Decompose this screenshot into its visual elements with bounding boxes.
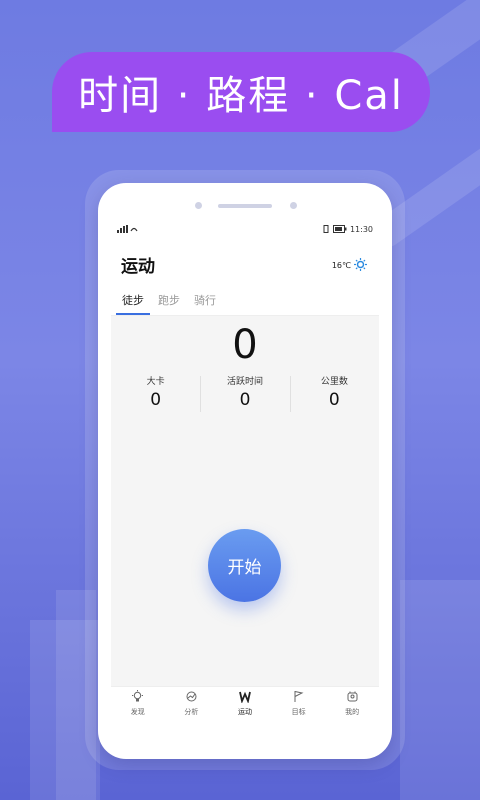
nav-item-discover[interactable]: 发现: [111, 687, 165, 719]
tab-running[interactable]: 跑步: [152, 292, 186, 315]
temperature-text: 16℃: [331, 261, 351, 270]
nav-item-goal[interactable]: 目标: [272, 687, 326, 719]
stat-active-time: 活跃时间 0: [200, 374, 289, 412]
nav-label: 目标: [291, 707, 306, 716]
nav-label: 运动: [237, 707, 252, 716]
main-counter: 0: [232, 322, 258, 368]
phone-frame: 11:30 运动 16℃ 徒步 跑步 骑行 0 大卡 0 活跃时间 0 公里数 …: [98, 183, 392, 759]
phone-camera: [290, 202, 297, 209]
profile-icon: [346, 690, 359, 706]
nav-label: 发现: [130, 707, 145, 716]
stats-row: 大卡 0 活跃时间 0 公里数 0: [111, 374, 379, 412]
headline-text: 时间 · 路程 · Cal: [78, 73, 404, 119]
battery-icon: [332, 224, 347, 235]
bottom-nav: 发现 分析 运动 目标 我的: [111, 686, 379, 719]
vibrate-icon: [322, 224, 330, 235]
bulb-icon: [131, 689, 144, 706]
stat-value: 0: [150, 390, 162, 410]
tab-cycling[interactable]: 骑行: [188, 292, 222, 315]
sun-icon: [354, 258, 367, 273]
signal-icon: [117, 224, 139, 235]
stat-kilometers: 公里数 0: [289, 374, 379, 412]
analysis-icon: [185, 690, 198, 706]
stat-label: 大卡: [146, 377, 165, 387]
background-building: [400, 580, 480, 800]
app-screen: 11:30 运动 16℃ 徒步 跑步 骑行 0 大卡 0 活跃时间 0 公里数 …: [111, 221, 379, 719]
nav-item-profile[interactable]: 我的: [325, 687, 379, 719]
nav-label: 分析: [184, 707, 199, 716]
nav-item-analysis[interactable]: 分析: [165, 687, 219, 719]
activity-tabs: 徒步 跑步 骑行: [111, 284, 379, 316]
start-button[interactable]: 开始: [208, 529, 281, 602]
stat-calories: 大卡 0: [111, 374, 200, 410]
page-title: 运动: [121, 257, 155, 277]
stat-value: 0: [328, 390, 340, 410]
run-icon: [238, 690, 252, 706]
app-header: 运动 16℃: [111, 238, 379, 284]
stat-label: 公里数: [320, 377, 348, 387]
nav-item-sport[interactable]: 运动: [218, 687, 272, 719]
status-time: 11:30: [349, 225, 373, 234]
stat-label: 活跃时间: [226, 377, 263, 387]
nav-label: 我的: [345, 707, 360, 716]
phone-speaker: [218, 204, 272, 208]
status-bar: 11:30: [111, 221, 379, 238]
weather-widget[interactable]: 16℃: [332, 258, 367, 273]
tab-walking[interactable]: 徒步: [116, 292, 150, 315]
flag-icon: [292, 690, 305, 706]
stat-value: 0: [239, 390, 251, 410]
headline-banner: 时间 · 路程 · Cal: [52, 52, 430, 132]
phone-sensor: [195, 202, 202, 209]
